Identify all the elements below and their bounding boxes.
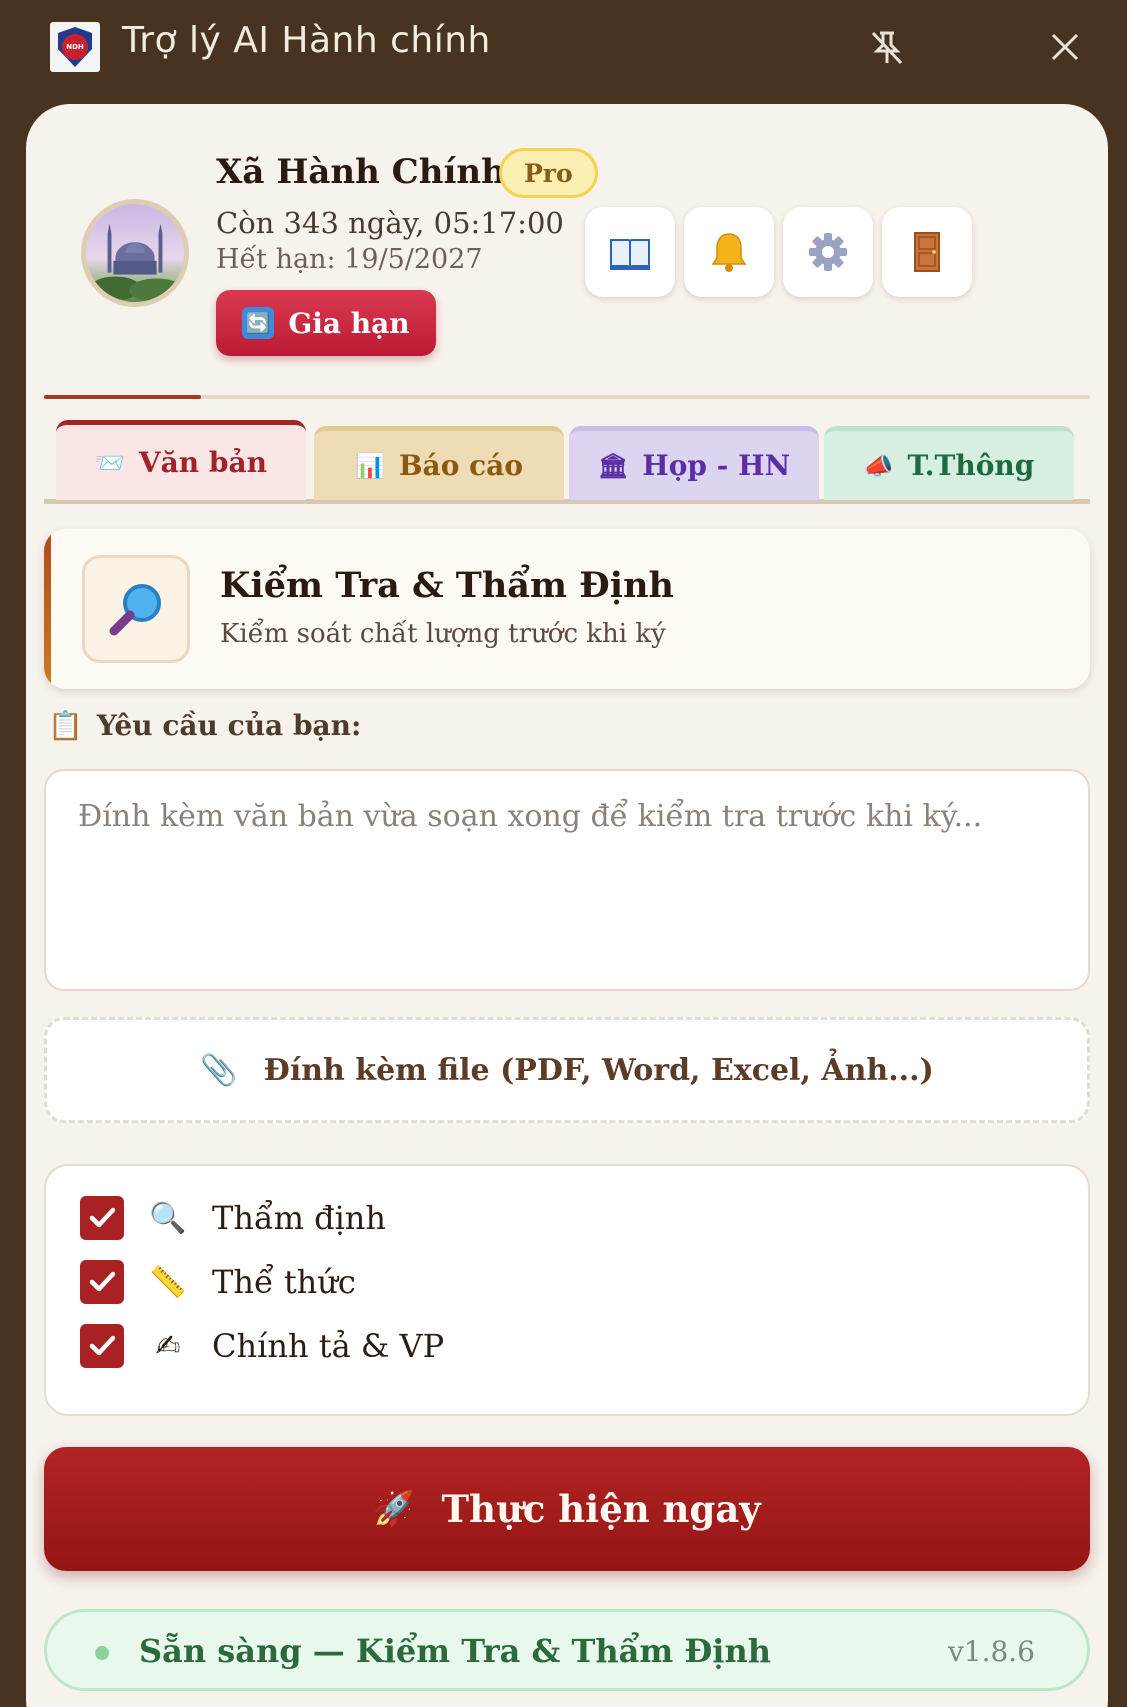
tab-label: Báo cáo xyxy=(398,449,523,482)
run-label: Thực hiện ngay xyxy=(441,1487,761,1531)
app-logo: NDH xyxy=(50,22,100,72)
main-panel: Xã Hành Chính Pro Còn 343 ngày, 05:17:00… xyxy=(26,104,1108,1707)
writing-hand-icon: ✍ xyxy=(155,1328,181,1364)
settings-button[interactable] xyxy=(783,207,873,297)
unpin-button[interactable] xyxy=(862,22,912,72)
tab-label: T.Thông xyxy=(907,449,1035,482)
option-tham-dinh[interactable]: 🔍 Thẩm định xyxy=(80,1196,386,1240)
tab-hop-hn[interactable]: 🏛 Họp - HN xyxy=(569,426,819,500)
book-icon xyxy=(610,239,650,270)
megaphone-icon: 📣 xyxy=(863,451,894,480)
option-the-thuc[interactable]: 📏 Thể thức xyxy=(80,1260,356,1304)
government-building-icon: 🏛 xyxy=(597,451,629,480)
tab-label: Họp - HN xyxy=(642,449,791,482)
paperclip-icon: 📎 xyxy=(200,1052,238,1088)
refresh-icon: 🔄 xyxy=(242,307,275,339)
checkbox-tham-dinh[interactable] xyxy=(80,1196,124,1240)
session-progress-bar xyxy=(44,395,1090,399)
run-button[interactable]: 🚀 Thực hiện ngay xyxy=(44,1447,1090,1571)
feature-subtitle: Kiểm soát chất lượng trước khi ký xyxy=(220,619,666,649)
status-dot-icon xyxy=(95,1646,109,1660)
gear-icon xyxy=(809,233,847,271)
feature-accent-bar xyxy=(44,529,51,689)
checkbox-the-thuc[interactable] xyxy=(80,1260,124,1304)
checkmark-icon xyxy=(89,1271,116,1292)
attach-label: Đính kèm file (PDF, Word, Excel, Ảnh...) xyxy=(263,1052,934,1088)
checkmark-icon xyxy=(89,1207,116,1228)
magnifier-icon xyxy=(109,584,161,636)
attach-file-button[interactable]: 📎 Đính kèm file (PDF, Word, Excel, Ảnh..… xyxy=(44,1017,1090,1123)
checkbox-chinh-ta[interactable] xyxy=(80,1324,124,1368)
logout-button[interactable] xyxy=(882,207,972,297)
request-label: 📋 Yêu cầu của bạn: xyxy=(48,709,361,742)
renew-label: Gia hạn xyxy=(288,306,410,340)
ruler-icon: 📏 xyxy=(149,1264,187,1300)
feature-header-card: Kiểm Tra & Thẩm Định Kiểm soát chất lượn… xyxy=(44,529,1090,689)
logo-text: NDH xyxy=(62,34,88,60)
clipboard-icon: 📋 xyxy=(48,709,83,742)
tab-t-thong[interactable]: 📣 T.Thông xyxy=(824,426,1074,500)
bell-icon xyxy=(711,233,747,272)
tab-van-ban[interactable]: 📨 Văn bản xyxy=(56,420,306,500)
envelope-icon: 📨 xyxy=(95,448,125,477)
guide-button[interactable] xyxy=(585,207,675,297)
magnifier-icon: 🔍 xyxy=(149,1200,187,1236)
renew-button[interactable]: 🔄 Gia hạn xyxy=(216,290,436,356)
close-button[interactable] xyxy=(1040,22,1090,72)
notifications-button[interactable] xyxy=(684,207,774,297)
window-title: Trợ lý AI Hành chính xyxy=(122,20,491,61)
tab-bao-cao[interactable]: 📊 Báo cáo xyxy=(314,426,564,500)
checkmark-icon xyxy=(89,1335,116,1356)
feature-icon-box xyxy=(82,555,190,663)
session-progress-fill xyxy=(44,395,201,399)
option-chinh-ta[interactable]: ✍ Chính tả & VP xyxy=(80,1324,444,1368)
bar-chart-icon: 📊 xyxy=(355,451,385,480)
option-label: Thẩm định xyxy=(212,1199,387,1237)
avatar[interactable] xyxy=(81,199,189,307)
days-remaining: Còn 343 ngày, 05:17:00 xyxy=(216,206,564,240)
version-label: v1.8.6 xyxy=(947,1635,1035,1668)
tab-label: Văn bản xyxy=(138,446,267,479)
title-bar: NDH Trợ lý AI Hành chính xyxy=(0,0,1127,100)
pin-off-icon xyxy=(871,31,903,65)
option-label: Thể thức xyxy=(212,1263,356,1301)
status-text: Sẵn sàng — Kiểm Tra & Thẩm Định xyxy=(139,1632,771,1670)
close-icon xyxy=(1051,33,1079,61)
feature-title: Kiểm Tra & Thẩm Định xyxy=(220,565,674,606)
expiry-date: Hết hạn: 19/5/2027 xyxy=(216,244,483,275)
request-input[interactable] xyxy=(44,769,1090,991)
option-label: Chính tả & VP xyxy=(212,1327,445,1365)
mosque-image-icon xyxy=(89,223,184,302)
org-name: Xã Hành Chính xyxy=(216,152,506,192)
tab-bar: 📨 Văn bản 📊 Báo cáo 🏛 Họp - HN 📣 T.Thông xyxy=(44,419,1090,504)
shield-logo-icon: NDH xyxy=(58,27,92,67)
plan-badge: Pro xyxy=(499,148,598,198)
status-bar: Sẵn sàng — Kiểm Tra & Thẩm Định v1.8.6 xyxy=(44,1609,1090,1691)
check-options-panel: 🔍 Thẩm định 📏 Thể thức ✍ Chính tả & VP xyxy=(44,1164,1090,1416)
rocket-icon: 🚀 xyxy=(373,1489,416,1529)
request-label-text: Yêu cầu của bạn: xyxy=(96,709,362,742)
door-icon xyxy=(914,232,940,272)
